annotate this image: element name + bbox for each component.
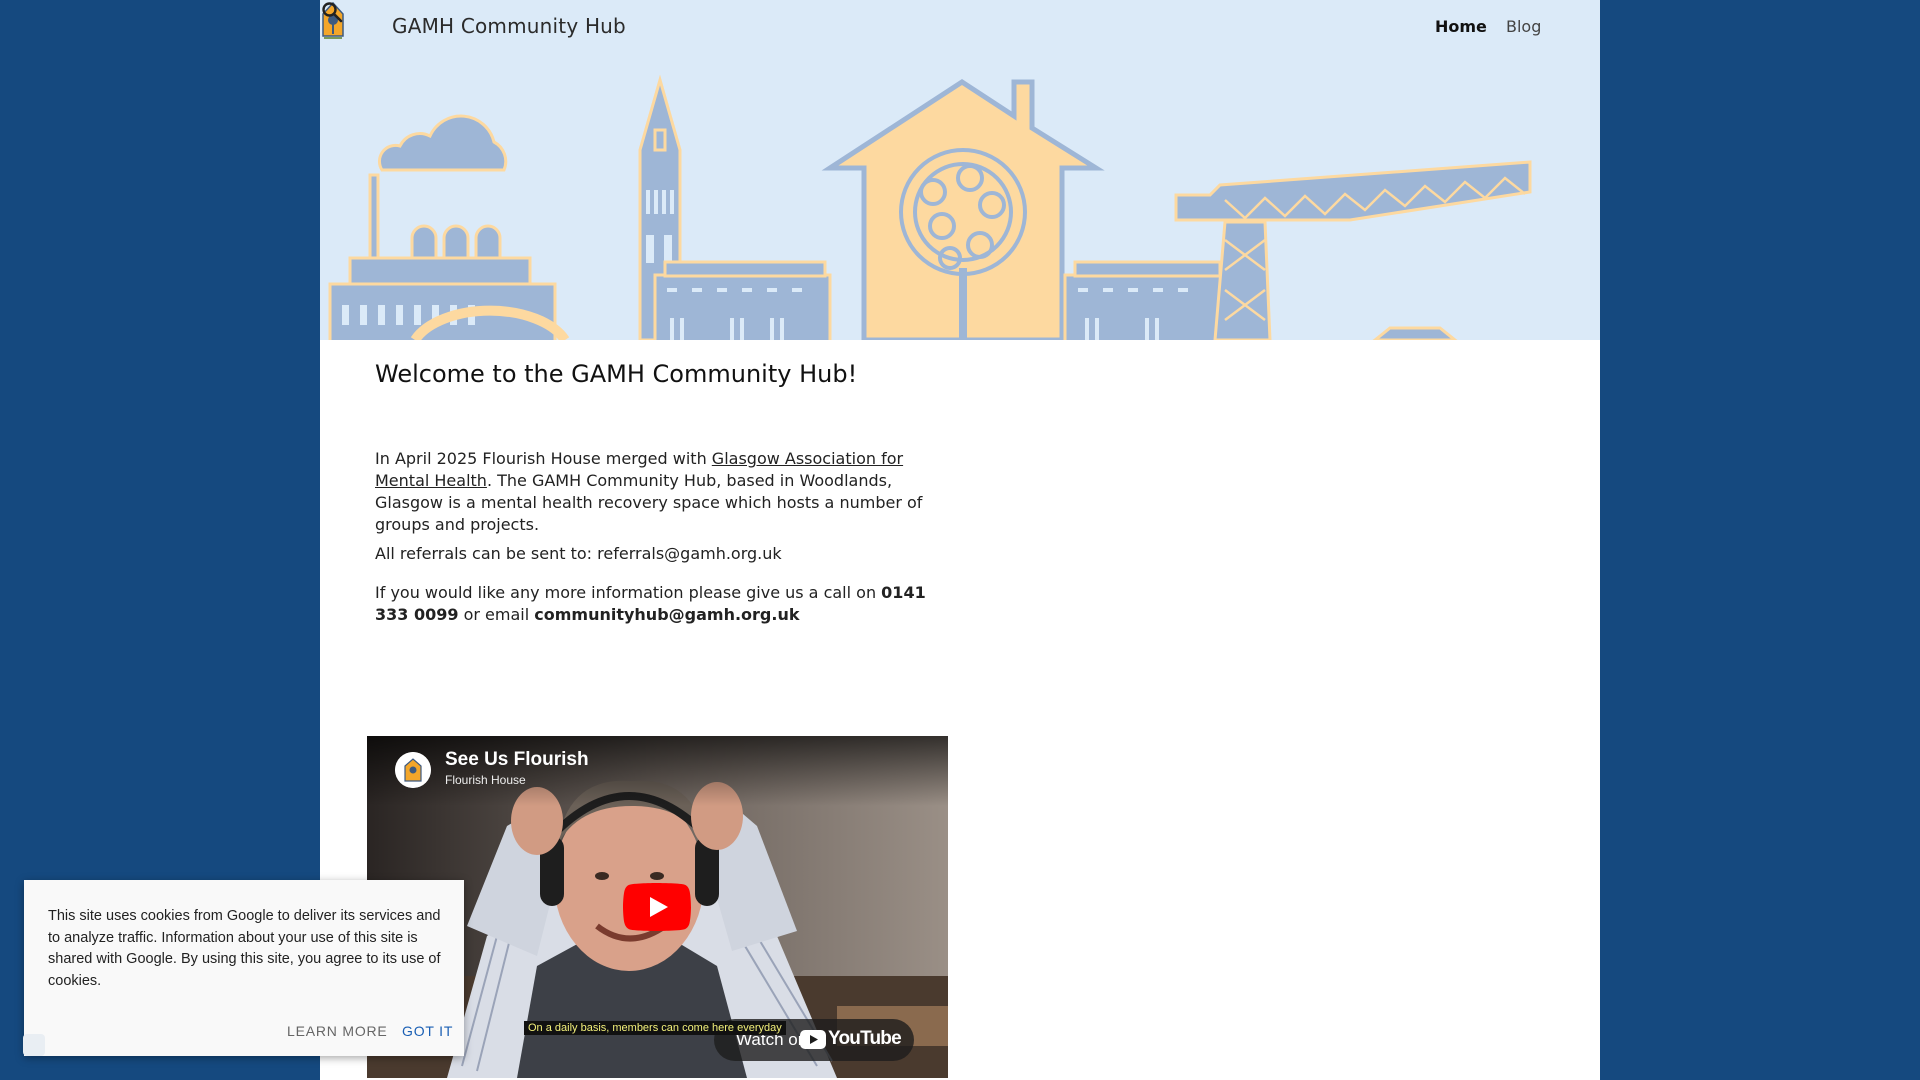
top-navigation-bar: GAMH Community Hub Home Blog bbox=[320, 0, 1600, 56]
page-container: GAMH Community Hub Home Blog Welcome to … bbox=[320, 0, 1600, 1080]
intro-text-start: In April 2025 Flourish House merged with bbox=[375, 449, 712, 468]
got-it-button[interactable]: GOT IT bbox=[402, 1023, 453, 1039]
search-icon[interactable] bbox=[320, 0, 344, 24]
contact-email: communityhub@gamh.org.uk bbox=[534, 605, 800, 624]
intro-paragraph: In April 2025 Flourish House merged with… bbox=[375, 448, 935, 536]
site-title[interactable]: GAMH Community Hub bbox=[392, 14, 626, 38]
video-title[interactable]: See Us Flourish bbox=[445, 749, 589, 771]
nav-blog-link[interactable]: Blog bbox=[1506, 17, 1541, 36]
cookie-notice: This site uses cookies from Google to de… bbox=[24, 880, 464, 1056]
referrals-paragraph: All referrals can be sent to: referrals@… bbox=[375, 544, 782, 563]
learn-more-button[interactable]: LEARN MORE bbox=[287, 1023, 388, 1039]
video-channel-name[interactable]: Flourish House bbox=[445, 773, 526, 787]
youtube-wordmark: YouTube bbox=[828, 1028, 902, 1049]
contact-text-start: If you would like any more information p… bbox=[375, 583, 882, 602]
contact-text-middle: or email bbox=[458, 605, 535, 624]
cookie-notice-text: This site uses cookies from Google to de… bbox=[48, 908, 441, 989]
play-icon[interactable] bbox=[623, 883, 691, 931]
main-content: Welcome to the GAMH Community Hub! In Ap… bbox=[375, 360, 935, 624]
contact-paragraph: If you would like any more information p… bbox=[375, 582, 935, 626]
header-banner: GAMH Community Hub Home Blog bbox=[320, 0, 1600, 340]
youtube-logo-icon bbox=[800, 1030, 826, 1049]
channel-avatar[interactable] bbox=[395, 752, 431, 788]
nav-home-link[interactable]: Home bbox=[1435, 17, 1487, 36]
video-top-overlay bbox=[367, 736, 948, 806]
page-heading: Welcome to the GAMH Community Hub! bbox=[375, 360, 858, 388]
video-caption: On a daily basis, members can come here … bbox=[524, 1021, 786, 1035]
corner-widget[interactable] bbox=[23, 1034, 45, 1056]
